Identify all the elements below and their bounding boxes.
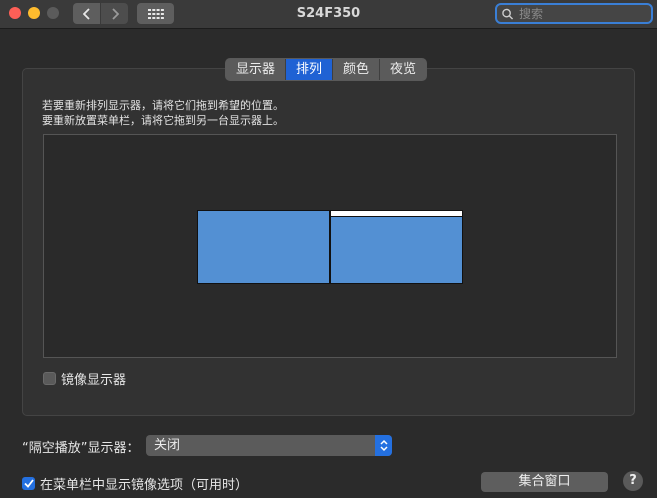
instructions: 若要重新排列显示器，请将它们拖到希望的位置。 要重新放置菜单栏，请将它拖到另一台… xyxy=(42,98,284,128)
gather-windows-button[interactable]: 集合窗口 xyxy=(481,472,608,492)
airplay-display-label: “隔空播放”显示器： xyxy=(22,441,140,456)
mirror-displays-checkbox[interactable] xyxy=(43,372,56,385)
show-mirroring-options-row[interactable]: 在菜单栏中显示镜像选项（可用时） xyxy=(22,474,248,493)
airplay-selected-value: 关闭 xyxy=(154,438,181,453)
instruction-line-1: 若要重新排列显示器，请将它们拖到希望的位置。 xyxy=(42,99,284,112)
title-bar: S24F350 xyxy=(0,0,657,29)
show-mirroring-options-checkbox[interactable] xyxy=(22,477,35,490)
tab-color[interactable]: 颜色 xyxy=(333,59,381,80)
mirror-displays-label: 镜像显示器 xyxy=(61,373,127,388)
display-left[interactable] xyxy=(197,210,330,284)
search-input[interactable] xyxy=(517,5,651,22)
tab-arrangement[interactable]: 排列 xyxy=(286,59,334,80)
search-field[interactable] xyxy=(495,3,653,24)
instruction-line-2: 要重新放置菜单栏，请将它拖到另一台显示器上。 xyxy=(42,114,284,127)
mirror-displays-row[interactable]: 镜像显示器 xyxy=(43,369,126,388)
checkmark-icon xyxy=(23,479,34,488)
show-mirroring-options-label: 在菜单栏中显示镜像选项（可用时） xyxy=(40,478,249,493)
display-right[interactable] xyxy=(330,210,463,284)
tab-bar: 显示器 排列 颜色 夜览 xyxy=(225,58,428,81)
chevron-updown-icon xyxy=(375,435,392,456)
help-button[interactable]: ? xyxy=(623,471,643,491)
airplay-display-select[interactable]: 关闭 xyxy=(146,435,392,456)
display-arrangement-area xyxy=(43,134,617,358)
menu-bar-indicator[interactable] xyxy=(331,211,462,217)
tab-night-shift[interactable]: 夜览 xyxy=(380,59,426,80)
search-icon xyxy=(502,8,513,20)
tab-display[interactable]: 显示器 xyxy=(226,59,287,80)
